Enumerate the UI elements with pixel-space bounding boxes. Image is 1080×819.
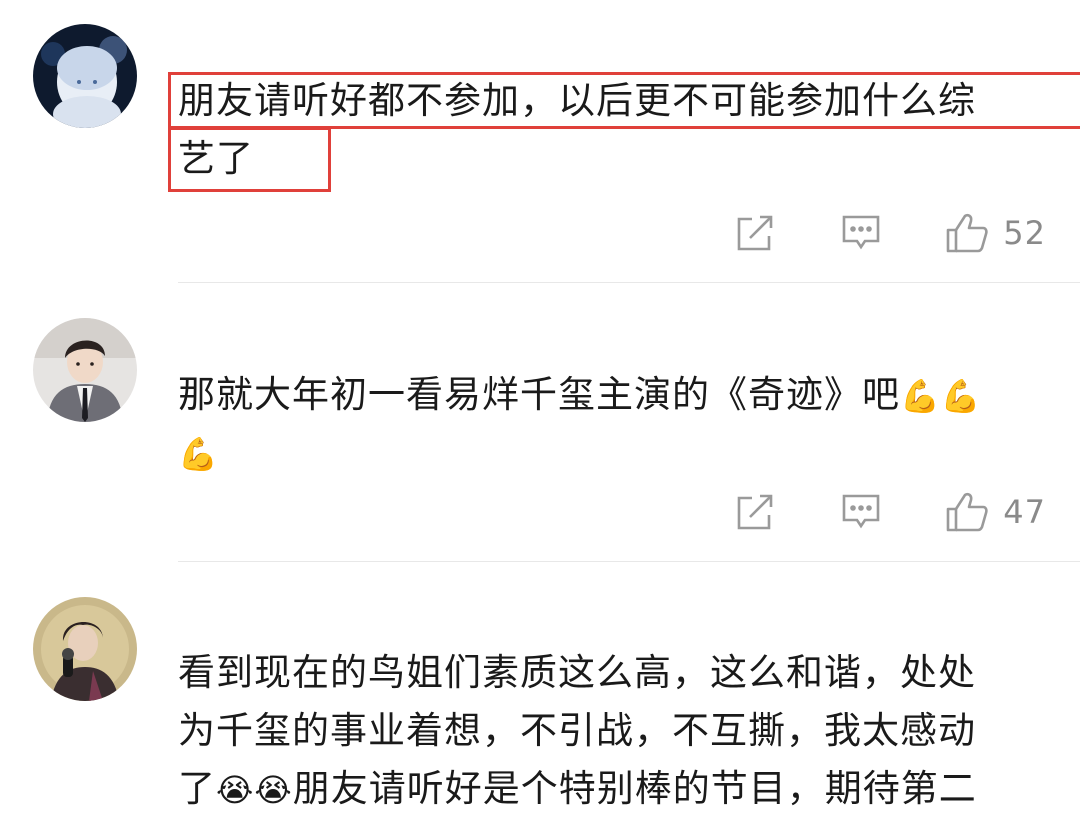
comment-icon <box>842 494 880 529</box>
avatar[interactable] <box>33 318 137 422</box>
comment-item: 那就大年初一看易烊千玺主演的《奇迹》吧💪💪 💪 47 <box>0 283 1080 562</box>
like-count: 52 <box>1003 214 1046 252</box>
highlight-box <box>168 72 1080 129</box>
like-button[interactable]: 47 <box>945 491 1046 533</box>
comment-line: 朋友请听好是个特别棒的节目，期待第二 <box>292 767 977 810</box>
comment-item: 朋友请听好都不参加，以后更不可能参加什么综 艺了 52 <box>0 0 1080 283</box>
comment-line: 了 <box>178 767 216 810</box>
comment-line: 为千玺的事业着想，不引战，不互撕，我太感动 <box>178 709 976 752</box>
like-count: 47 <box>1003 493 1046 531</box>
share-button[interactable] <box>733 213 777 253</box>
thumbs-up-icon <box>946 213 988 253</box>
share-icon <box>737 494 773 530</box>
thumbs-up-icon <box>946 492 988 532</box>
like-button[interactable]: 52 <box>945 212 1046 254</box>
comment-line: 看到现在的鸟姐们素质这么高，这么和谐，处处 <box>178 651 976 694</box>
comment-line: 那就大年初一看易烊千玺主演的《奇迹》吧 <box>178 373 900 416</box>
crying-face-emoji: 😭😭 <box>216 771 293 809</box>
share-icon <box>737 215 773 251</box>
comment-text: 那就大年初一看易烊千玺主演的《奇迹》吧💪💪 💪 <box>178 366 1050 482</box>
flexed-biceps-emoji: 💪💪 <box>900 377 982 415</box>
reply-button[interactable] <box>839 493 883 531</box>
comment-actions: 52 <box>733 208 1046 258</box>
flexed-biceps-emoji: 💪 <box>178 435 219 473</box>
comment-text: 看到现在的鸟姐们素质这么高，这么和谐，处处 为千玺的事业着想，不引战，不互撕，我… <box>178 644 1050 818</box>
avatar[interactable] <box>33 24 137 128</box>
avatar[interactable] <box>33 597 137 701</box>
share-button[interactable] <box>733 492 777 532</box>
reply-button[interactable] <box>839 214 883 252</box>
comment-icon <box>842 215 880 250</box>
comment-actions: 47 <box>733 487 1046 537</box>
highlight-box <box>168 127 331 192</box>
comment-item: 看到现在的鸟姐们素质这么高，这么和谐，处处 为千玺的事业着想，不引战，不互撕，我… <box>0 562 1080 810</box>
